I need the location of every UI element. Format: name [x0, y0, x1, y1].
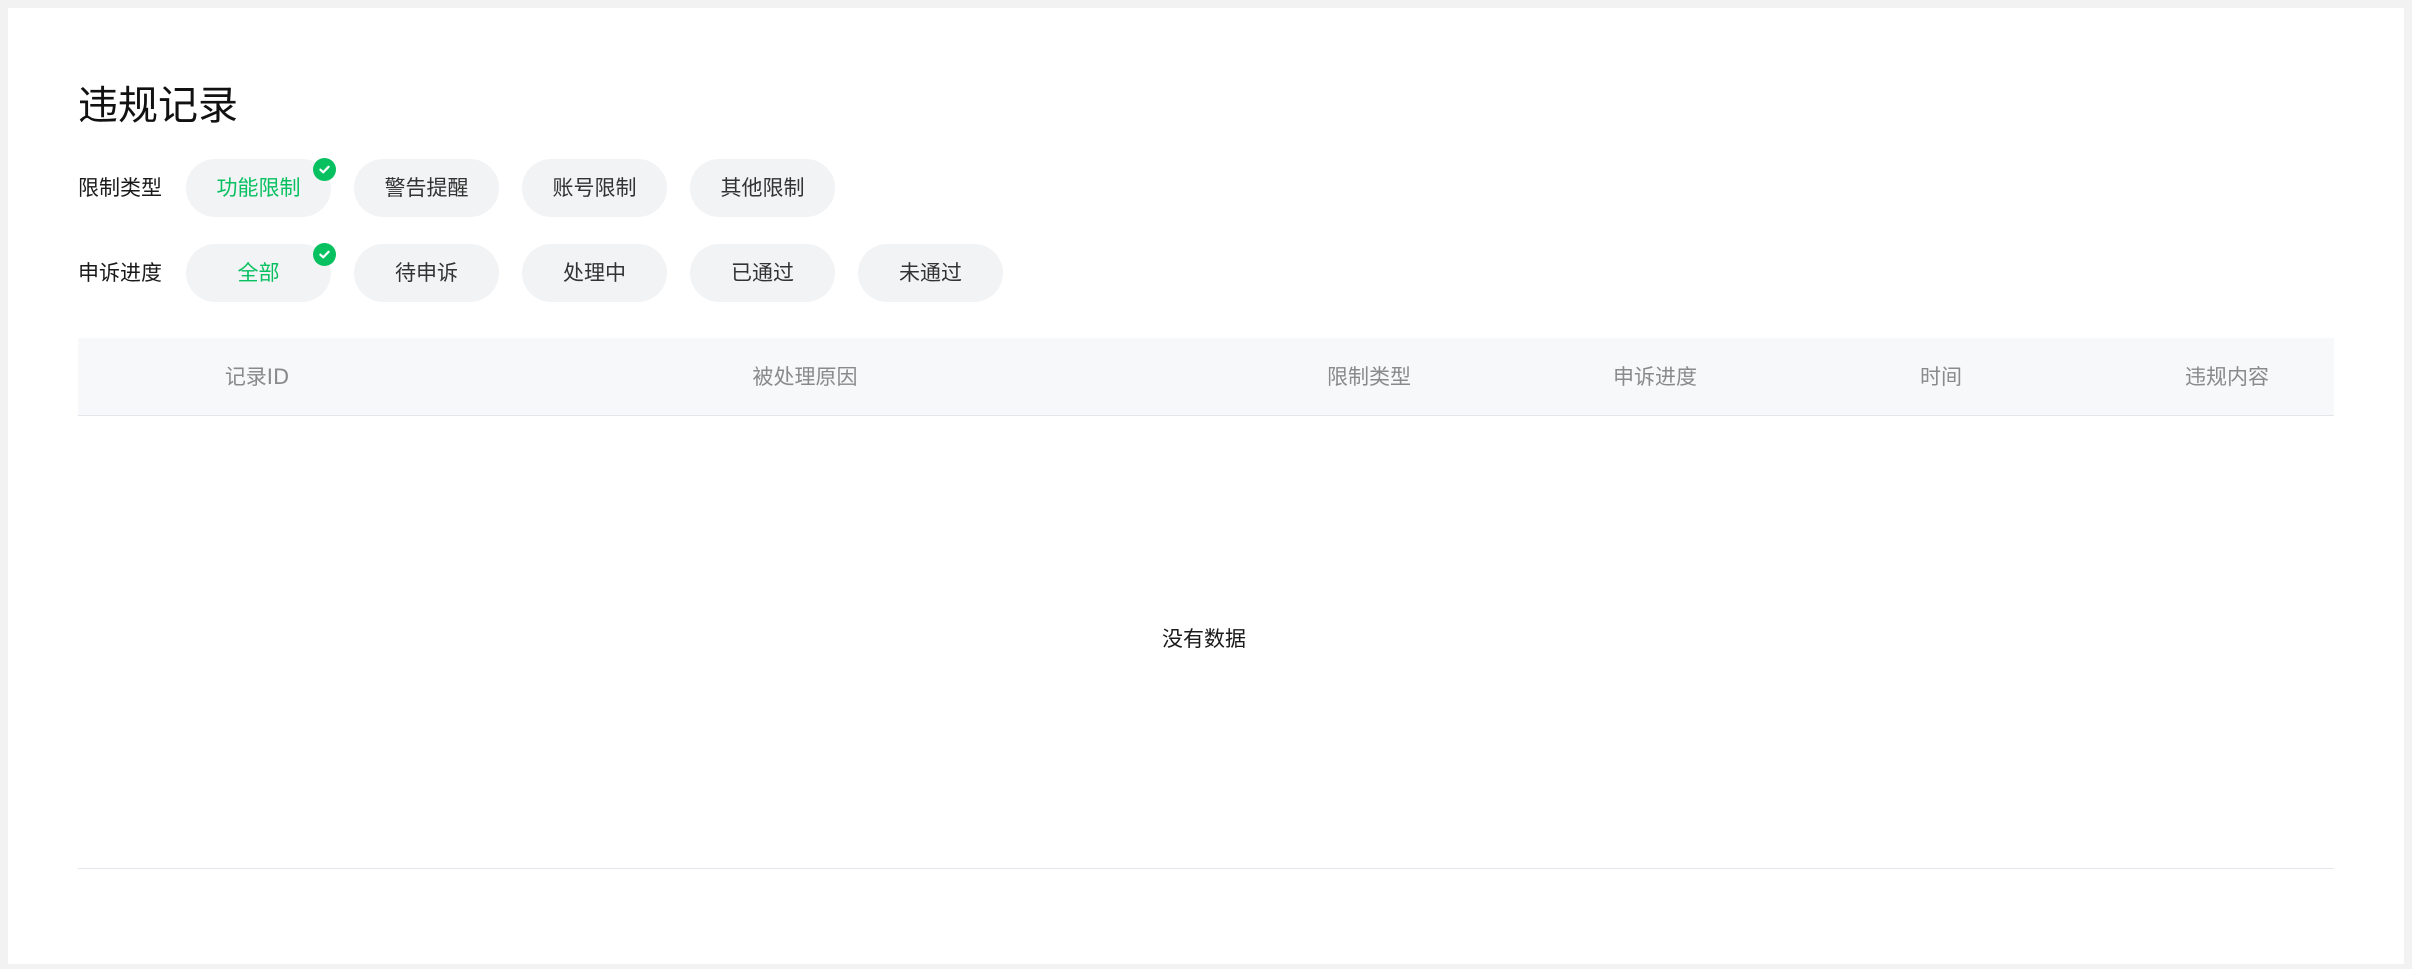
chip-label: 其他限制	[720, 176, 805, 200]
chip-account-restriction[interactable]: 账号限制	[522, 159, 667, 217]
records-table-header: 记录ID 被处理原因 限制类型 申诉进度 时间 违规内容	[78, 338, 2334, 416]
chip-label: 处理中	[563, 261, 626, 285]
chip-warning-reminder[interactable]: 警告提醒	[354, 159, 499, 217]
restriction-type-label: 限制类型	[78, 176, 162, 200]
chip-label: 未通过	[899, 261, 962, 285]
column-header-record-id: 记录ID	[224, 365, 290, 389]
chip-label: 全部	[237, 261, 280, 285]
column-header-restriction-type: 限制类型	[1327, 365, 1411, 389]
check-circle-icon	[313, 243, 336, 266]
chip-all[interactable]: 全部	[186, 243, 336, 302]
column-header-reason: 被处理原因	[752, 365, 858, 389]
restriction-type-filter: 限制类型 功能限制 警告提醒 账号限制 其他限制	[78, 158, 858, 217]
column-header-time: 时间	[1920, 365, 1962, 389]
empty-state-text: 没有数据	[1162, 627, 1246, 651]
chip-rejected[interactable]: 未通过	[858, 244, 1003, 302]
table-divider	[78, 868, 2334, 869]
chip-approved[interactable]: 已通过	[690, 244, 835, 302]
column-header-appeal-progress: 申诉进度	[1613, 365, 1697, 389]
violation-records-page: 违规记录 限制类型 功能限制 警告提醒 账号限制 其他限制 申诉进度 全部 待申…	[8, 8, 2404, 964]
chip-label: 账号限制	[552, 176, 637, 200]
chip-pending-appeal[interactable]: 待申诉	[354, 244, 499, 302]
chip-label: 功能限制	[216, 176, 301, 200]
chip-label: 警告提醒	[384, 176, 469, 200]
page-title: 违规记录	[78, 83, 238, 129]
chip-function-restriction[interactable]: 功能限制	[186, 158, 336, 217]
appeal-progress-filter: 申诉进度 全部 待申诉 处理中 已通过 未通过	[78, 243, 1026, 302]
column-header-violation-content: 违规内容	[2185, 365, 2269, 389]
chip-other-restriction[interactable]: 其他限制	[690, 159, 835, 217]
appeal-progress-label: 申诉进度	[78, 261, 162, 285]
chip-label: 已通过	[731, 261, 794, 285]
chip-label: 待申诉	[395, 261, 458, 285]
check-circle-icon	[313, 158, 336, 181]
chip-processing[interactable]: 处理中	[522, 244, 667, 302]
